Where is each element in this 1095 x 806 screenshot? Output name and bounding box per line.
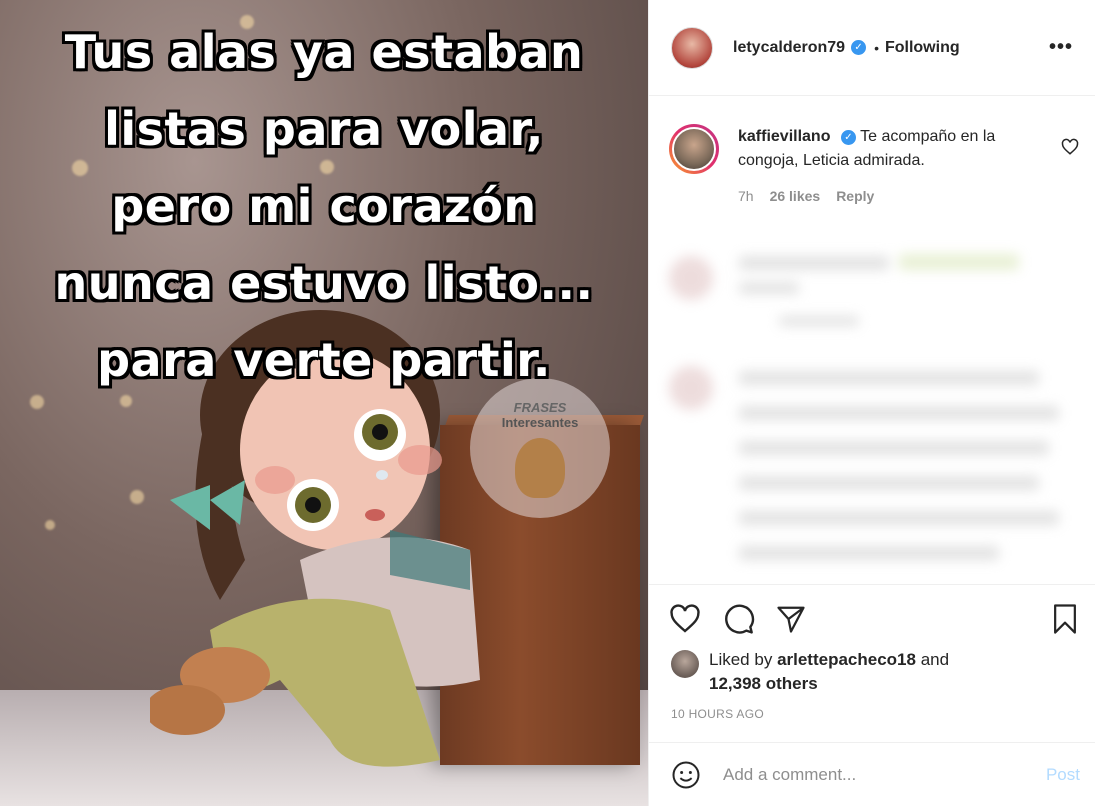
- comment-meta: 7h 26 likes Reply: [738, 188, 874, 204]
- watermark-bottom-text: Interesantes: [501, 415, 579, 430]
- post-actions: Liked by arlettepacheco18 and 12,398 oth…: [649, 584, 1095, 734]
- watermark-figure: [515, 438, 565, 498]
- blurred-comments: [669, 246, 1089, 584]
- comment-likes[interactable]: 26 likes: [770, 188, 821, 204]
- watermark-logo: FRASES Interesantes: [470, 378, 610, 518]
- author-username[interactable]: letycalderon79: [733, 39, 845, 57]
- reply-button[interactable]: Reply: [836, 188, 874, 204]
- post-image[interactable]: FRASES Interesantes Tus alas ya estaban …: [0, 0, 648, 806]
- following-button[interactable]: Following: [885, 39, 960, 57]
- bokeh-light: [130, 490, 144, 504]
- separator-dot: •: [874, 39, 879, 56]
- comment-like-heart-icon[interactable]: [1061, 138, 1079, 156]
- comments-list[interactable]: kaffievillano ✓ Te acompaño en la congoj…: [649, 96, 1095, 584]
- post-side-panel: letycalderon79 ✓ • Following ••• kaffiev…: [648, 0, 1095, 806]
- image-caption: Tus alas ya estaban listas para volar, p…: [0, 14, 648, 399]
- caption-line: listas para volar,: [104, 102, 544, 156]
- comment-time[interactable]: 7h: [738, 188, 754, 204]
- author-avatar[interactable]: [671, 26, 713, 69]
- verified-badge-icon: ✓: [851, 40, 867, 55]
- liked-by-prefix: Liked by: [709, 650, 773, 669]
- add-comment-bar: Post: [649, 742, 1095, 806]
- more-options-icon[interactable]: •••: [1049, 36, 1073, 59]
- bokeh-light: [45, 520, 55, 530]
- liked-by-conjunction: and: [920, 650, 950, 669]
- caption-line: Tus alas ya estaban: [64, 25, 584, 79]
- post-button[interactable]: Post: [1046, 765, 1080, 785]
- comment-body: kaffievillano ✓ Te acompaño en la congoj…: [738, 125, 1028, 173]
- emoji-smiley-icon[interactable]: [671, 760, 701, 790]
- post-timestamp[interactable]: 10 HOURS AGO: [671, 707, 764, 721]
- post-header: letycalderon79 ✓ • Following •••: [649, 0, 1095, 96]
- caption-line: nunca estuvo listo...: [54, 256, 594, 310]
- verified-badge-icon: ✓: [840, 130, 856, 145]
- liker-username[interactable]: arlettepacheco18: [777, 650, 916, 669]
- commenter-username[interactable]: kaffievillano: [738, 128, 830, 145]
- liked-by-text: Liked by arlettepacheco18 and 12,398 oth…: [709, 648, 1009, 696]
- save-bookmark-icon[interactable]: [1047, 601, 1083, 637]
- commenter-avatar[interactable]: [669, 124, 719, 174]
- comment-input[interactable]: [723, 764, 1023, 785]
- caption-line: pero mi corazón: [111, 179, 537, 233]
- caption-line: para verte partir.: [97, 333, 551, 387]
- likes-count[interactable]: 12,398 others: [709, 674, 818, 693]
- liker-avatar[interactable]: [671, 650, 699, 678]
- liked-by: Liked by arlettepacheco18 and 12,398 oth…: [671, 648, 1009, 696]
- comment-bubble-icon[interactable]: [721, 601, 757, 637]
- like-heart-icon[interactable]: [667, 601, 703, 637]
- share-paper-plane-icon[interactable]: [773, 601, 809, 637]
- watermark-top-text: FRASES: [513, 400, 567, 415]
